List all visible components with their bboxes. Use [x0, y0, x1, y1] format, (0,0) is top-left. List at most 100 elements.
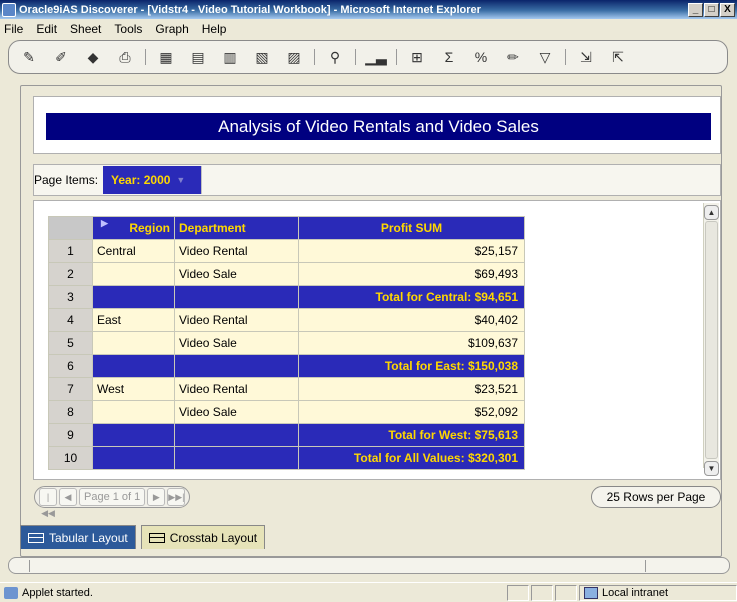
total-row: 9 Total for West: $75,613: [48, 423, 525, 447]
total-cell: Total for East: $150,038: [298, 354, 525, 378]
department-cell: Video Rental: [174, 377, 299, 401]
bar-chart-icon[interactable]: ▁▃: [364, 45, 388, 69]
maximize-button[interactable]: □: [704, 2, 719, 17]
department-cell: [174, 423, 299, 447]
scroll-up-icon[interactable]: ▲: [704, 205, 719, 220]
row-number: 2: [48, 262, 93, 286]
tab-label: Crosstab Layout: [169, 530, 258, 545]
status-panel: [531, 584, 553, 601]
minimize-button[interactable]: _: [688, 2, 703, 17]
department-cell: Video Sale: [174, 262, 299, 286]
toolbar-separator: [396, 49, 397, 65]
region-cell: [92, 262, 175, 286]
zone-label: Local intranet: [602, 586, 669, 599]
profit-cell: $40,402: [298, 308, 525, 332]
help-icon[interactable]: ⇱: [606, 45, 630, 69]
menu-tools[interactable]: Tools: [114, 22, 142, 36]
window-title: Oracle9iAS Discoverer - [Vidstr4 - Video…: [19, 3, 481, 16]
table-row: 8 Video Sale $52,092: [48, 400, 525, 424]
menu-file[interactable]: File: [4, 22, 23, 36]
column-header-department[interactable]: Department: [174, 216, 299, 240]
vertical-scrollbar[interactable]: ▲ ▼: [703, 203, 719, 476]
row-number: 5: [48, 331, 93, 355]
department-cell: [174, 446, 299, 470]
region-cell: [92, 446, 175, 470]
tab-tabular-layout[interactable]: Tabular Layout: [20, 525, 136, 549]
total-row: 10 Total for All Values: $320,301: [48, 446, 525, 470]
column-header-profit[interactable]: Profit SUM: [298, 216, 525, 240]
scroll-down-icon[interactable]: ▼: [704, 461, 719, 476]
pager: |◀◀ ◀ Page 1 of 1 ▶ ▶▶|: [34, 486, 191, 518]
menu-edit[interactable]: Edit: [36, 22, 57, 36]
close-button[interactable]: X: [720, 2, 735, 17]
pivot-icon[interactable]: ▨: [282, 45, 306, 69]
chevron-down-icon: ▼: [176, 175, 186, 185]
export-icon[interactable]: ⇲: [574, 45, 598, 69]
expand-arrow-icon[interactable]: ▶: [101, 218, 108, 229]
department-cell: Video Rental: [174, 239, 299, 263]
region-cell: [92, 331, 175, 355]
menu-bar: File Edit Sheet Tools Graph Help: [0, 19, 737, 39]
scroll-mark: [29, 560, 30, 572]
status-bar: Applet started. Local intranet: [0, 582, 737, 602]
crosstab-icon[interactable]: ▥: [218, 45, 242, 69]
menu-sheet[interactable]: Sheet: [70, 22, 101, 36]
table-icon[interactable]: ▤: [186, 45, 210, 69]
graph-wizard-icon[interactable]: ▧: [250, 45, 274, 69]
row-number: 9: [48, 423, 93, 447]
table-header-row: ▶ Region Department Profit SUM: [48, 216, 525, 240]
total-row: 3 Total for Central: $94,651: [48, 285, 525, 309]
crosstab-icon: [148, 532, 165, 543]
browser-window: Oracle9iAS Discoverer - [Vidstr4 - Video…: [0, 0, 737, 602]
region-cell: [92, 400, 175, 424]
page-item-dropdown[interactable]: Year: 2000 ▼: [103, 166, 202, 194]
percent-icon[interactable]: %: [469, 45, 493, 69]
table-row: 5 Video Sale $109,637: [48, 331, 525, 355]
ie-icon: [2, 2, 16, 17]
toolbar-separator: [314, 49, 315, 65]
drill-icon[interactable]: ⚲: [323, 45, 347, 69]
total-cell: Total for All Values: $320,301: [298, 446, 525, 470]
edit-sheet-icon[interactable]: ▦: [154, 45, 178, 69]
row-number-header: [48, 216, 93, 240]
region-cell: West: [92, 377, 175, 401]
menu-graph[interactable]: Graph: [155, 22, 188, 36]
region-cell: [92, 354, 175, 378]
last-page-icon[interactable]: ▶▶|: [167, 488, 186, 506]
totals-icon[interactable]: ⊞: [405, 45, 429, 69]
toolbar: ✎ ✐ ◆ ⎙ ▦ ▤ ▥ ▧ ▨ ⚲ ▁▃ ⊞ Σ % ✏ ▽ ⇲ ⇱: [8, 40, 728, 74]
sum-icon[interactable]: Σ: [437, 45, 461, 69]
profit-cell: $69,493: [298, 262, 525, 286]
table-icon: [28, 532, 44, 543]
next-page-icon[interactable]: ▶: [147, 488, 166, 506]
region-cell: [92, 423, 175, 447]
open-icon[interactable]: ✐: [49, 45, 73, 69]
horizontal-scrollbar[interactable]: [8, 557, 730, 574]
column-header-region[interactable]: ▶ Region: [92, 216, 175, 240]
toolbar-separator: [565, 49, 566, 65]
edit-icon[interactable]: ◆: [81, 45, 105, 69]
total-cell: Total for West: $75,613: [298, 423, 525, 447]
page-label: Page 1 of 1: [79, 488, 146, 506]
department-cell: [174, 285, 299, 309]
region-cell: Central: [92, 239, 175, 263]
table-row: 1 Central Video Rental $25,157: [48, 239, 525, 263]
tab-crosstab-layout[interactable]: Crosstab Layout: [140, 525, 266, 549]
rows-per-page-button[interactable]: 25 Rows per Page: [591, 486, 721, 508]
print-icon[interactable]: ⎙: [113, 45, 137, 69]
page-items-label: Page Items:: [34, 173, 99, 187]
new-workbook-icon[interactable]: ✎: [17, 45, 41, 69]
table-row: 2 Video Sale $69,493: [48, 262, 525, 286]
scroll-thumb[interactable]: [705, 221, 718, 459]
calculation-icon[interactable]: ✏: [501, 45, 525, 69]
row-number: 8: [48, 400, 93, 424]
scroll-mark: [645, 560, 646, 572]
filter-icon[interactable]: ▽: [533, 45, 557, 69]
table-row: 4 East Video Rental $40,402: [48, 308, 525, 332]
row-number: 7: [48, 377, 93, 401]
region-cell: East: [92, 308, 175, 332]
title-bar: Oracle9iAS Discoverer - [Vidstr4 - Video…: [0, 0, 737, 19]
menu-help[interactable]: Help: [202, 22, 227, 36]
first-page-icon[interactable]: |◀◀: [39, 488, 57, 518]
previous-page-icon[interactable]: ◀: [59, 488, 77, 506]
